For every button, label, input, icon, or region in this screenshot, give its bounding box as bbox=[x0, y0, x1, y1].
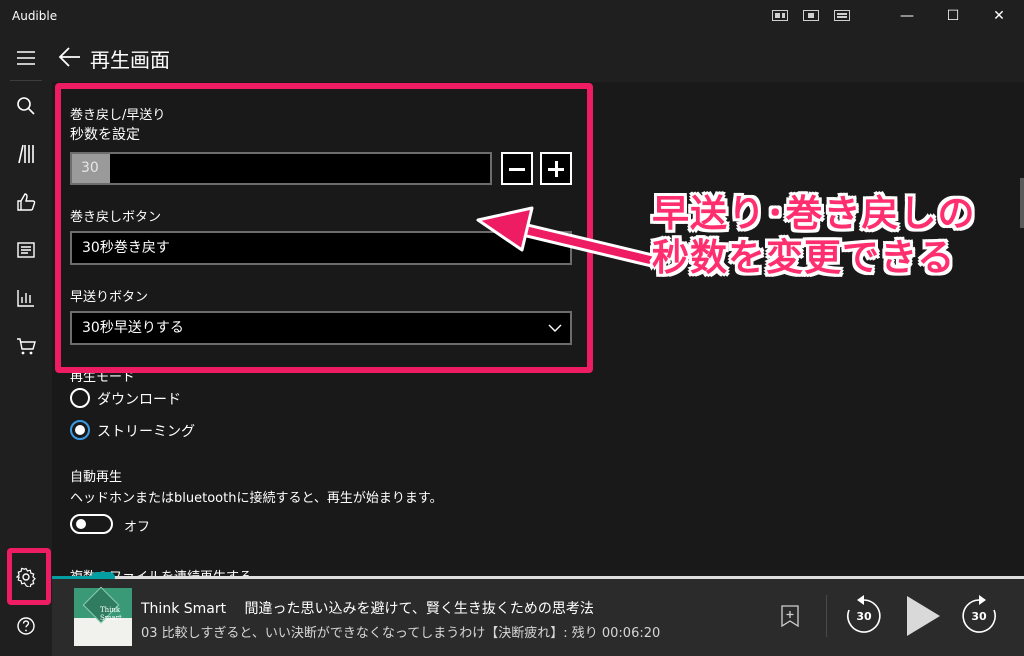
sidebar-item-recommendations[interactable] bbox=[0, 178, 52, 226]
page-header: 再生画面 bbox=[52, 32, 1024, 82]
book-title: Think Smart 間違った思い込みを避けて、賢く生き抜くための思考法 bbox=[141, 601, 594, 617]
autoplay-state: オフ bbox=[124, 520, 151, 535]
chart-icon bbox=[17, 290, 34, 307]
forward-seconds: 30 bbox=[971, 610, 987, 623]
maximize-button[interactable]: ☐ bbox=[930, 0, 976, 32]
autoplay-description: ヘッドホンまたはbluetoothに接続すると、再生が始まります。 bbox=[70, 491, 443, 506]
streaming-radio[interactable] bbox=[70, 420, 90, 440]
thumbs-up-icon bbox=[17, 193, 36, 211]
annotation-text-line-2: 秒数を変更できる bbox=[652, 236, 956, 279]
title-bar: Audible — ☐ ✕ bbox=[0, 0, 1024, 32]
mini-player-icon[interactable] bbox=[834, 10, 850, 21]
picture-in-picture-icon[interactable] bbox=[803, 10, 819, 21]
add-bookmark-icon[interactable] bbox=[780, 605, 800, 627]
sidebar-item-library[interactable] bbox=[0, 130, 52, 178]
scrollbar[interactable] bbox=[1020, 178, 1024, 228]
close-button[interactable]: ✕ bbox=[976, 0, 1022, 32]
play-icon[interactable] bbox=[905, 595, 941, 637]
hamburger-menu-button[interactable] bbox=[0, 34, 52, 82]
autoplay-label: 自動再生 bbox=[70, 470, 123, 485]
download-radio-label: ダウンロード bbox=[97, 392, 181, 408]
sidebar-item-store[interactable] bbox=[0, 322, 52, 370]
library-icon bbox=[18, 144, 34, 164]
search-icon bbox=[17, 97, 35, 115]
minimize-button[interactable]: — bbox=[884, 0, 930, 32]
player-separator bbox=[826, 595, 827, 637]
forward-30-button[interactable]: 30 bbox=[960, 594, 998, 634]
sidebar-item-search[interactable] bbox=[0, 82, 52, 130]
mini-player: Think Smart Think Smart 間違った思い込みを避けて、賢く生… bbox=[52, 579, 1024, 656]
annotation-settings-highlight bbox=[7, 548, 51, 605]
sidebar-separator bbox=[10, 80, 42, 81]
app-title: Audible bbox=[12, 9, 58, 23]
rewind-seconds: 30 bbox=[856, 610, 872, 623]
sidebar-item-help[interactable] bbox=[0, 602, 52, 650]
help-icon bbox=[17, 617, 35, 635]
annotation-arrow bbox=[476, 206, 655, 267]
sidebar-item-stats[interactable] bbox=[0, 274, 52, 322]
rewind-30-button[interactable]: 30 bbox=[845, 594, 883, 634]
page-title: 再生画面 bbox=[90, 48, 170, 72]
sidebar-item-news[interactable] bbox=[0, 226, 52, 274]
book-cover[interactable]: Think Smart bbox=[74, 586, 132, 646]
cart-icon bbox=[17, 338, 36, 355]
download-radio[interactable] bbox=[70, 388, 90, 408]
hamburger-icon bbox=[17, 51, 35, 65]
cover-text-2: Smart bbox=[100, 614, 122, 622]
autoplay-toggle[interactable] bbox=[70, 514, 113, 534]
back-arrow-icon[interactable] bbox=[58, 46, 82, 68]
cover-text-1: Think bbox=[100, 606, 121, 614]
news-icon bbox=[17, 242, 35, 258]
streaming-radio-label: ストリーミング bbox=[97, 424, 195, 440]
chapter-info: 03 比較しすぎると、いい決断ができなくなってしまうわけ【決断疲れ】: 残り 0… bbox=[141, 626, 661, 641]
compact-overlay-icon[interactable] bbox=[772, 10, 788, 21]
